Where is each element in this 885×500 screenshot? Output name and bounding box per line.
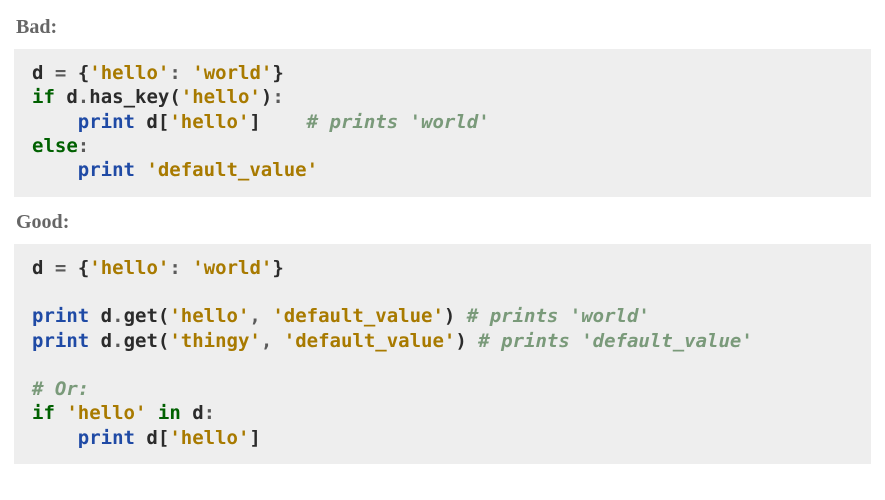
code-token: , — [261, 330, 272, 352]
code-token: , — [249, 305, 260, 327]
heading-good: Good: — [16, 211, 871, 234]
code-token: . — [78, 86, 89, 108]
code-token: 'world' — [192, 62, 272, 84]
code-token: 'hello' — [169, 305, 249, 327]
code-token: 'hello' — [89, 62, 169, 84]
code-token: 'hello' — [89, 257, 169, 279]
code-comment: # prints 'default_value' — [478, 330, 753, 352]
code-token: 'default_value' — [146, 159, 318, 181]
code-token: print — [78, 159, 135, 181]
code-token: 'hello' — [169, 111, 249, 133]
code-token: d — [192, 402, 203, 424]
heading-bad: Bad: — [16, 16, 871, 39]
code-token: if — [32, 402, 55, 424]
code-token: d — [101, 330, 112, 352]
code-token: = — [55, 62, 66, 84]
code-token: ] — [249, 427, 260, 449]
code-token: get — [124, 330, 158, 352]
code-token: 'default_value' — [272, 305, 444, 327]
code-token: } — [272, 257, 283, 279]
heading-good-text: Good — [16, 211, 63, 233]
code-token: print — [32, 330, 89, 352]
code-token: ( — [158, 305, 169, 327]
code-token: : — [169, 62, 180, 84]
code-token: in — [158, 402, 181, 424]
code-token: 'hello' — [169, 427, 249, 449]
code-comment: # prints 'world' — [467, 305, 650, 327]
code-comment: # prints 'world' — [307, 111, 490, 133]
code-token: ) — [261, 86, 272, 108]
code-token: . — [112, 305, 123, 327]
code-token: print — [78, 111, 135, 133]
code-token: 'hello' — [66, 402, 146, 424]
code-token: : — [204, 402, 215, 424]
code-token: ) — [444, 305, 455, 327]
code-token: get — [124, 305, 158, 327]
code-token: : — [169, 257, 180, 279]
code-token: : — [272, 86, 283, 108]
code-block-good: d = {'hello': 'world'} print d.get('hell… — [14, 244, 871, 465]
code-token: if — [32, 86, 55, 108]
code-token: = — [55, 257, 66, 279]
code-token: d — [101, 305, 112, 327]
code-token: 'thingy' — [169, 330, 261, 352]
code-token: d — [66, 86, 77, 108]
code-token: d — [32, 62, 43, 84]
code-token: else — [32, 135, 78, 157]
code-block-bad: d = {'hello': 'world'} if d.has_key('hel… — [14, 49, 871, 197]
code-token: ) — [455, 330, 466, 352]
code-token: d — [32, 257, 43, 279]
code-token: print — [78, 427, 135, 449]
heading-bad-text: Bad — [16, 16, 50, 38]
code-token: . — [112, 330, 123, 352]
code-token: 'hello' — [181, 86, 261, 108]
code-token: : — [78, 135, 89, 157]
code-token: ] — [249, 111, 260, 133]
code-token: d — [146, 111, 157, 133]
code-token: [ — [158, 111, 169, 133]
code-token: ( — [158, 330, 169, 352]
code-token: print — [32, 305, 89, 327]
code-token: { — [78, 257, 89, 279]
code-comment: # Or: — [32, 378, 89, 400]
code-token: 'world' — [192, 257, 272, 279]
code-token: has_key — [89, 86, 169, 108]
code-token: ( — [169, 86, 180, 108]
code-token: { — [78, 62, 89, 84]
code-token: 'default_value' — [284, 330, 456, 352]
code-token: d — [146, 427, 157, 449]
code-token: [ — [158, 427, 169, 449]
code-token: } — [272, 62, 283, 84]
